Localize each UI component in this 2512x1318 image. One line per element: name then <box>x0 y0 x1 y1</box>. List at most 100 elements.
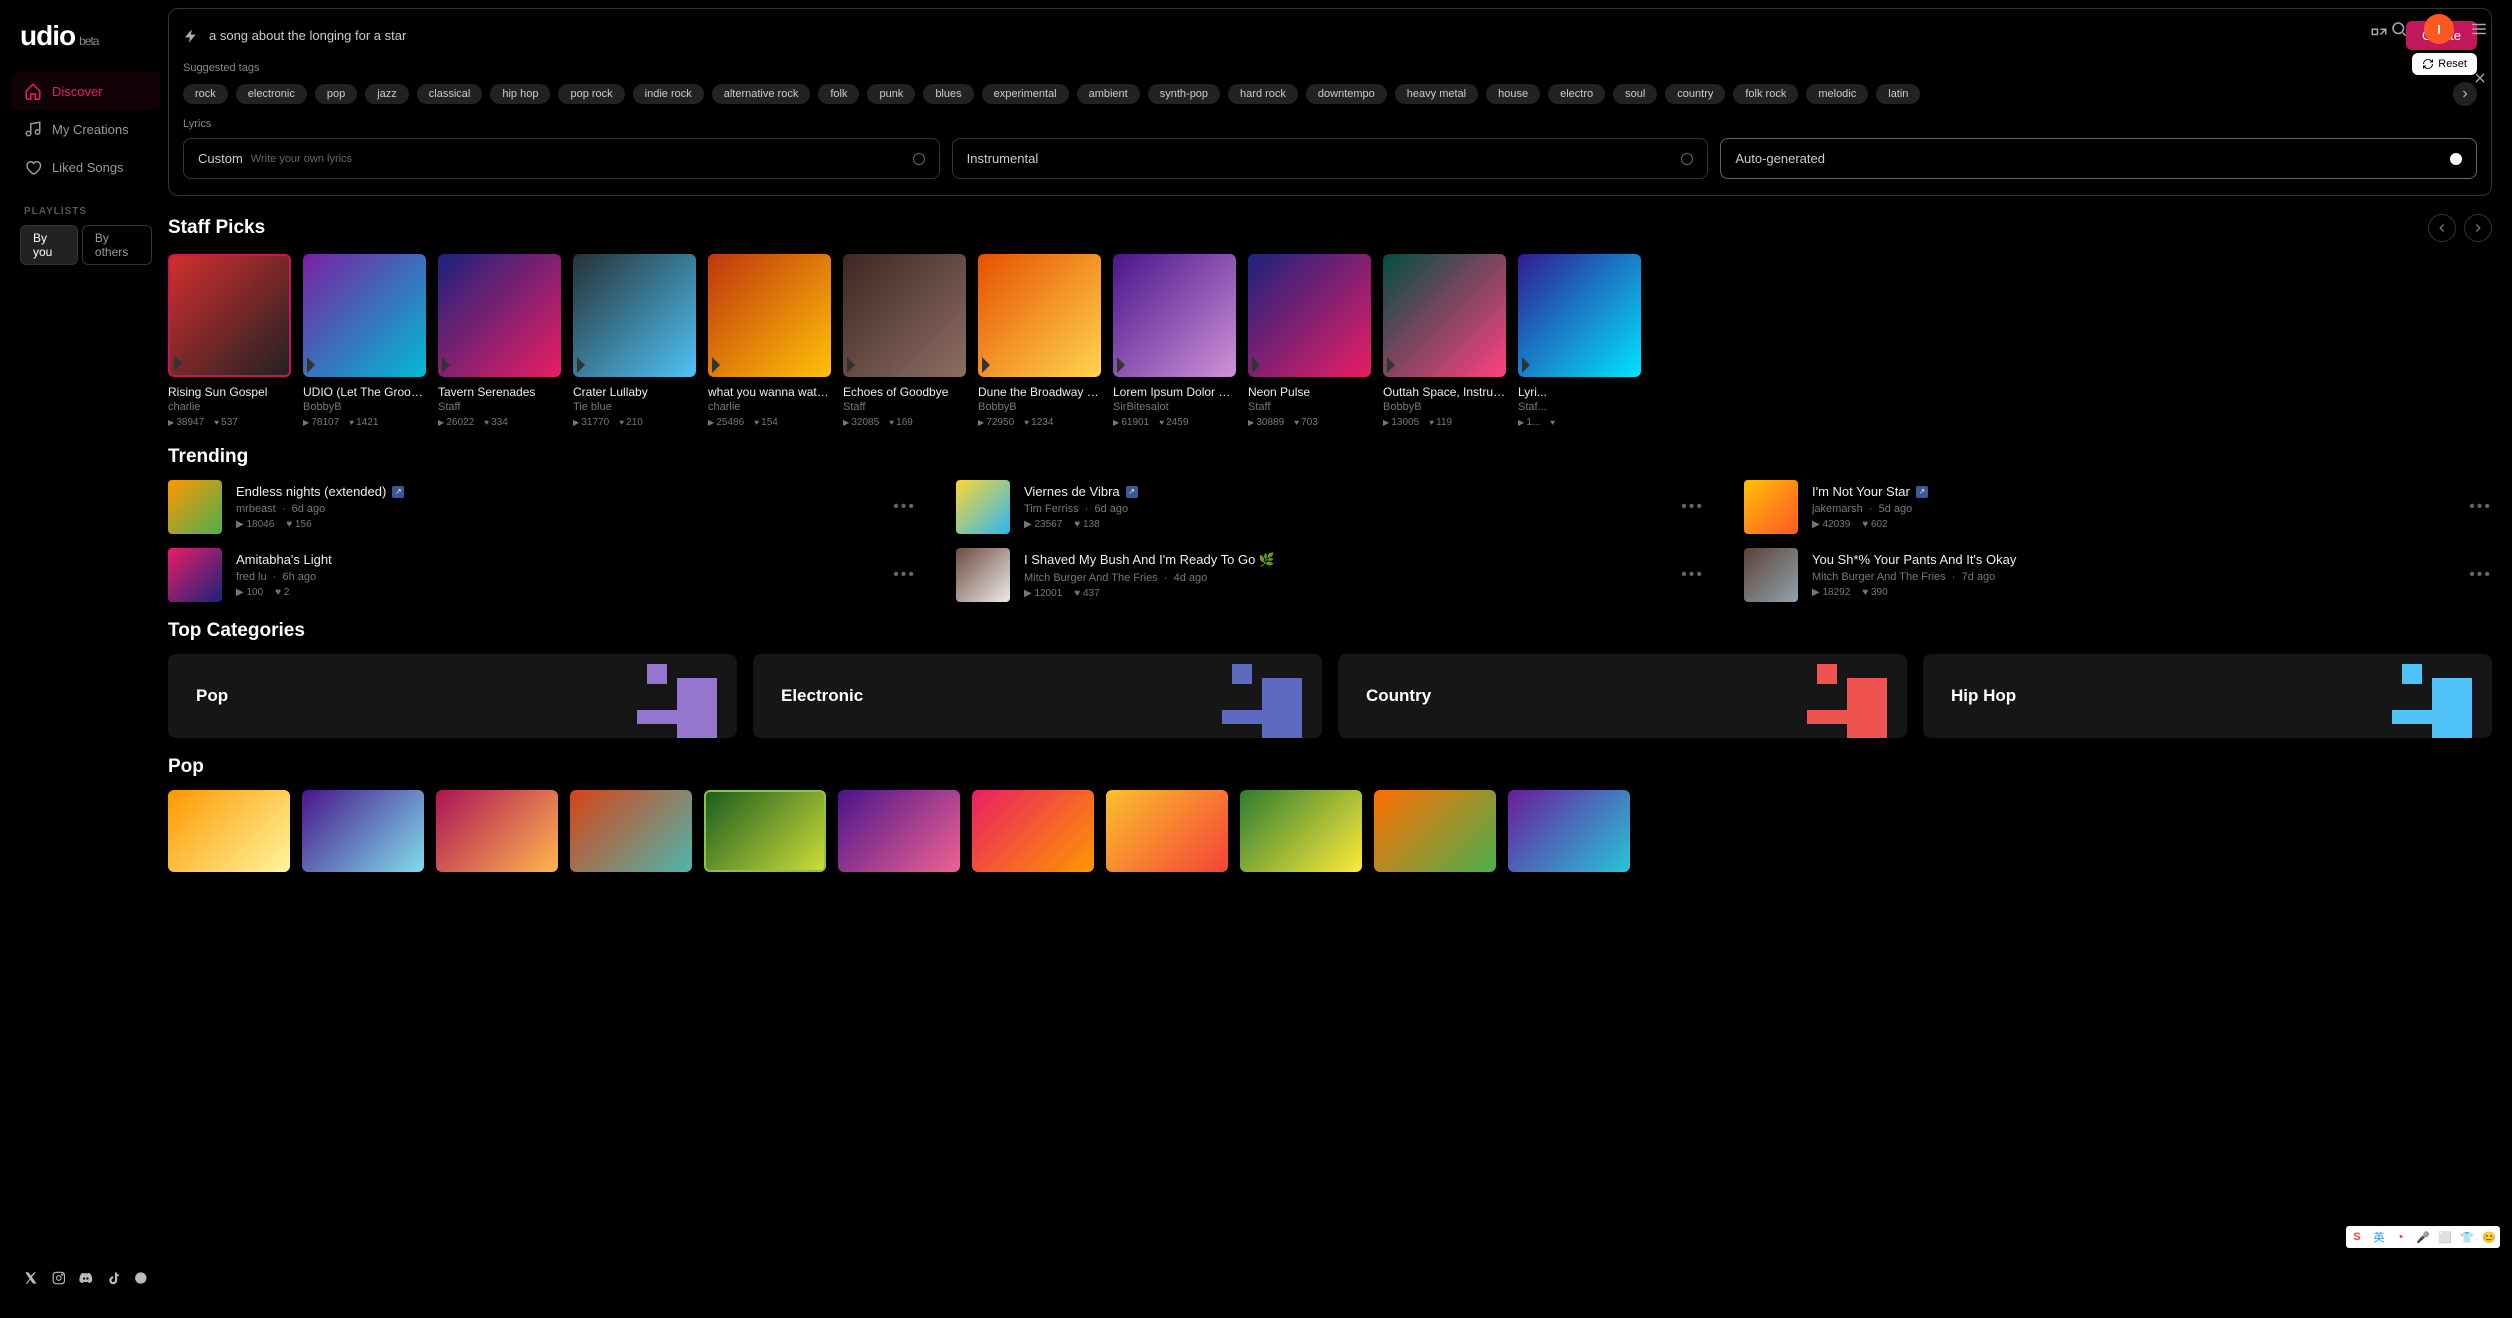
staff-pick-card[interactable]: Lyri... Staf... 1... <box>1518 254 1641 428</box>
tag-melodic[interactable]: melodic <box>1806 84 1868 104</box>
pop-card[interactable] <box>1374 790 1496 872</box>
playlist-tab-by-others[interactable]: By others <box>82 225 152 265</box>
menu-icon[interactable] <box>2470 20 2488 38</box>
nav-my-creations[interactable]: My Creations <box>12 110 160 148</box>
pop-card[interactable] <box>704 790 826 872</box>
tag-experimental[interactable]: experimental <box>982 84 1069 104</box>
staff-pick-card[interactable]: Tavern Serenades Staff 26022334 <box>438 254 561 428</box>
staff-pick-card[interactable]: Outtah Space, Instrumental Hip... BobbyB… <box>1383 254 1506 428</box>
tiktok-icon[interactable] <box>107 1270 121 1286</box>
staff-pick-card[interactable]: UDIO (Let The Groove Be Your ... BobbyB … <box>303 254 426 428</box>
more-menu-button[interactable]: ••• <box>893 566 916 584</box>
prev-button[interactable] <box>2428 214 2456 242</box>
more-menu-button[interactable]: ••• <box>2469 566 2492 584</box>
more-menu-button[interactable]: ••• <box>2469 498 2492 516</box>
pop-card[interactable] <box>168 790 290 872</box>
tag-rock[interactable]: rock <box>183 84 228 104</box>
pop-card[interactable] <box>436 790 558 872</box>
staff-pick-card[interactable]: Crater Lullaby Tie blue 31770210 <box>573 254 696 428</box>
trending-title: I'm Not Your Star↗ <box>1812 484 2455 499</box>
more-menu-button[interactable]: ••• <box>1681 498 1704 516</box>
category-hip-hop[interactable]: Hip Hop <box>1923 654 2492 738</box>
tag-synth-pop[interactable]: synth-pop <box>1148 84 1220 104</box>
next-button[interactable] <box>2464 214 2492 242</box>
trending-stats: ▶ 18046♥ 156 <box>236 519 879 530</box>
lyrics-custom-option[interactable]: Custom Write your own lyrics <box>183 138 940 179</box>
category-decoration <box>1038 654 1323 738</box>
ime-toolbar[interactable]: S 英 • 🎤 ⬜ 👕 😊 <box>2346 1226 2500 1248</box>
staff-pick-card[interactable]: Dune the Broadway Musical, Sh... BobbyB … <box>978 254 1101 428</box>
trending-title: Endless nights (extended)↗ <box>236 484 879 499</box>
pop-card[interactable] <box>1240 790 1362 872</box>
more-menu-button[interactable]: ••• <box>1681 566 1704 584</box>
reset-button[interactable]: Reset <box>2412 53 2477 75</box>
prompt-input[interactable]: a song about the longing for a star <box>209 28 2360 43</box>
playlist-tab-by-you[interactable]: By you <box>20 225 78 265</box>
pop-card[interactable] <box>838 790 960 872</box>
staff-pick-card[interactable]: Rising Sun Gospel charlie 38947537 <box>168 254 291 428</box>
search-icon[interactable] <box>2390 20 2408 38</box>
tag-heavy-metal[interactable]: heavy metal <box>1395 84 1478 104</box>
tag-classical[interactable]: classical <box>417 84 483 104</box>
category-country[interactable]: Country <box>1338 654 1907 738</box>
card-stats: 31770210 <box>573 417 696 428</box>
tag-alternative-rock[interactable]: alternative rock <box>712 84 811 104</box>
tag-soul[interactable]: soul <box>1613 84 1657 104</box>
tag-indie-rock[interactable]: indie rock <box>633 84 704 104</box>
lyrics-instrumental-option[interactable]: Instrumental <box>952 138 1709 179</box>
nav-liked-songs[interactable]: Liked Songs <box>12 148 160 186</box>
twitter-icon[interactable] <box>24 1270 38 1286</box>
pop-card[interactable] <box>1106 790 1228 872</box>
card-artist: Staff <box>1248 401 1371 413</box>
staff-pick-card[interactable]: what you wanna watch? charlie 25486154 <box>708 254 831 428</box>
trending-item[interactable]: I Shaved My Bush And I'm Ready To Go 🌿 M… <box>956 548 1704 602</box>
tag-jazz[interactable]: jazz <box>365 84 409 104</box>
staff-pick-card[interactable]: Lorem Ipsum Dolor Sit Amet SirBitesalot … <box>1113 254 1236 428</box>
trending-item[interactable]: Endless nights (extended)↗ mrbeast · 6d … <box>168 480 916 534</box>
tag-folk-rock[interactable]: folk rock <box>1733 84 1798 104</box>
lyrics-auto-option[interactable]: Auto-generated <box>1720 138 2477 179</box>
tag-ambient[interactable]: ambient <box>1077 84 1140 104</box>
category-pop[interactable]: Pop <box>168 654 737 738</box>
close-icon[interactable] <box>2472 70 2488 89</box>
nav-discover[interactable]: Discover <box>12 72 160 110</box>
trending-item[interactable]: You Sh*% Your Pants And It's Okay Mitch … <box>1744 548 2492 602</box>
trending-item[interactable]: I'm Not Your Star↗ jakemarsh · 5d ago ▶ … <box>1744 480 2492 534</box>
staff-pick-card[interactable]: Neon Pulse Staff 30889703 <box>1248 254 1371 428</box>
tag-house[interactable]: house <box>1486 84 1540 104</box>
tag-folk[interactable]: folk <box>818 84 859 104</box>
card-title: what you wanna watch? <box>708 385 831 399</box>
tag-electronic[interactable]: electronic <box>236 84 307 104</box>
instagram-icon[interactable] <box>52 1270 66 1286</box>
tag-country[interactable]: country <box>1665 84 1725 104</box>
tag-latin[interactable]: latin <box>1876 84 1920 104</box>
tag-downtempo[interactable]: downtempo <box>1306 84 1387 104</box>
tag-blues[interactable]: blues <box>923 84 973 104</box>
trending-thumbnail <box>168 548 222 602</box>
staff-picks-title: Staff Picks <box>168 217 265 239</box>
pop-card[interactable] <box>570 790 692 872</box>
trending-meta: Tim Ferriss · 6d ago <box>1024 503 1667 515</box>
pop-card[interactable] <box>972 790 1094 872</box>
tag-pop-rock[interactable]: pop rock <box>558 84 624 104</box>
pop-card[interactable] <box>302 790 424 872</box>
avatar[interactable]: I <box>2424 14 2454 44</box>
logo[interactable]: udiobeta <box>12 20 160 72</box>
tag-hip-hop[interactable]: hip hop <box>490 84 550 104</box>
pop-card[interactable] <box>1508 790 1630 872</box>
staff-pick-card[interactable]: Echoes of Goodbye Staff 32085169 <box>843 254 966 428</box>
tag-hard-rock[interactable]: hard rock <box>1228 84 1298 104</box>
external-icon: ↗ <box>1916 486 1928 498</box>
tag-electro[interactable]: electro <box>1548 84 1605 104</box>
reddit-icon[interactable] <box>134 1270 148 1286</box>
tag-punk[interactable]: punk <box>867 84 915 104</box>
more-menu-button[interactable]: ••• <box>893 498 916 516</box>
tag-pop[interactable]: pop <box>315 84 357 104</box>
category-electronic[interactable]: Electronic <box>753 654 1322 738</box>
discord-icon[interactable] <box>79 1270 93 1286</box>
trending-item[interactable]: Amitabha's Light fred lu · 6h ago ▶ 100♥… <box>168 548 916 602</box>
expand-icon[interactable] <box>2370 27 2388 45</box>
card-stats: 619012459 <box>1113 417 1236 428</box>
trending-item[interactable]: Viernes de Vibra↗ Tim Ferriss · 6d ago ▶… <box>956 480 1704 534</box>
trending-stats: ▶ 18292♥ 390 <box>1812 587 2455 598</box>
